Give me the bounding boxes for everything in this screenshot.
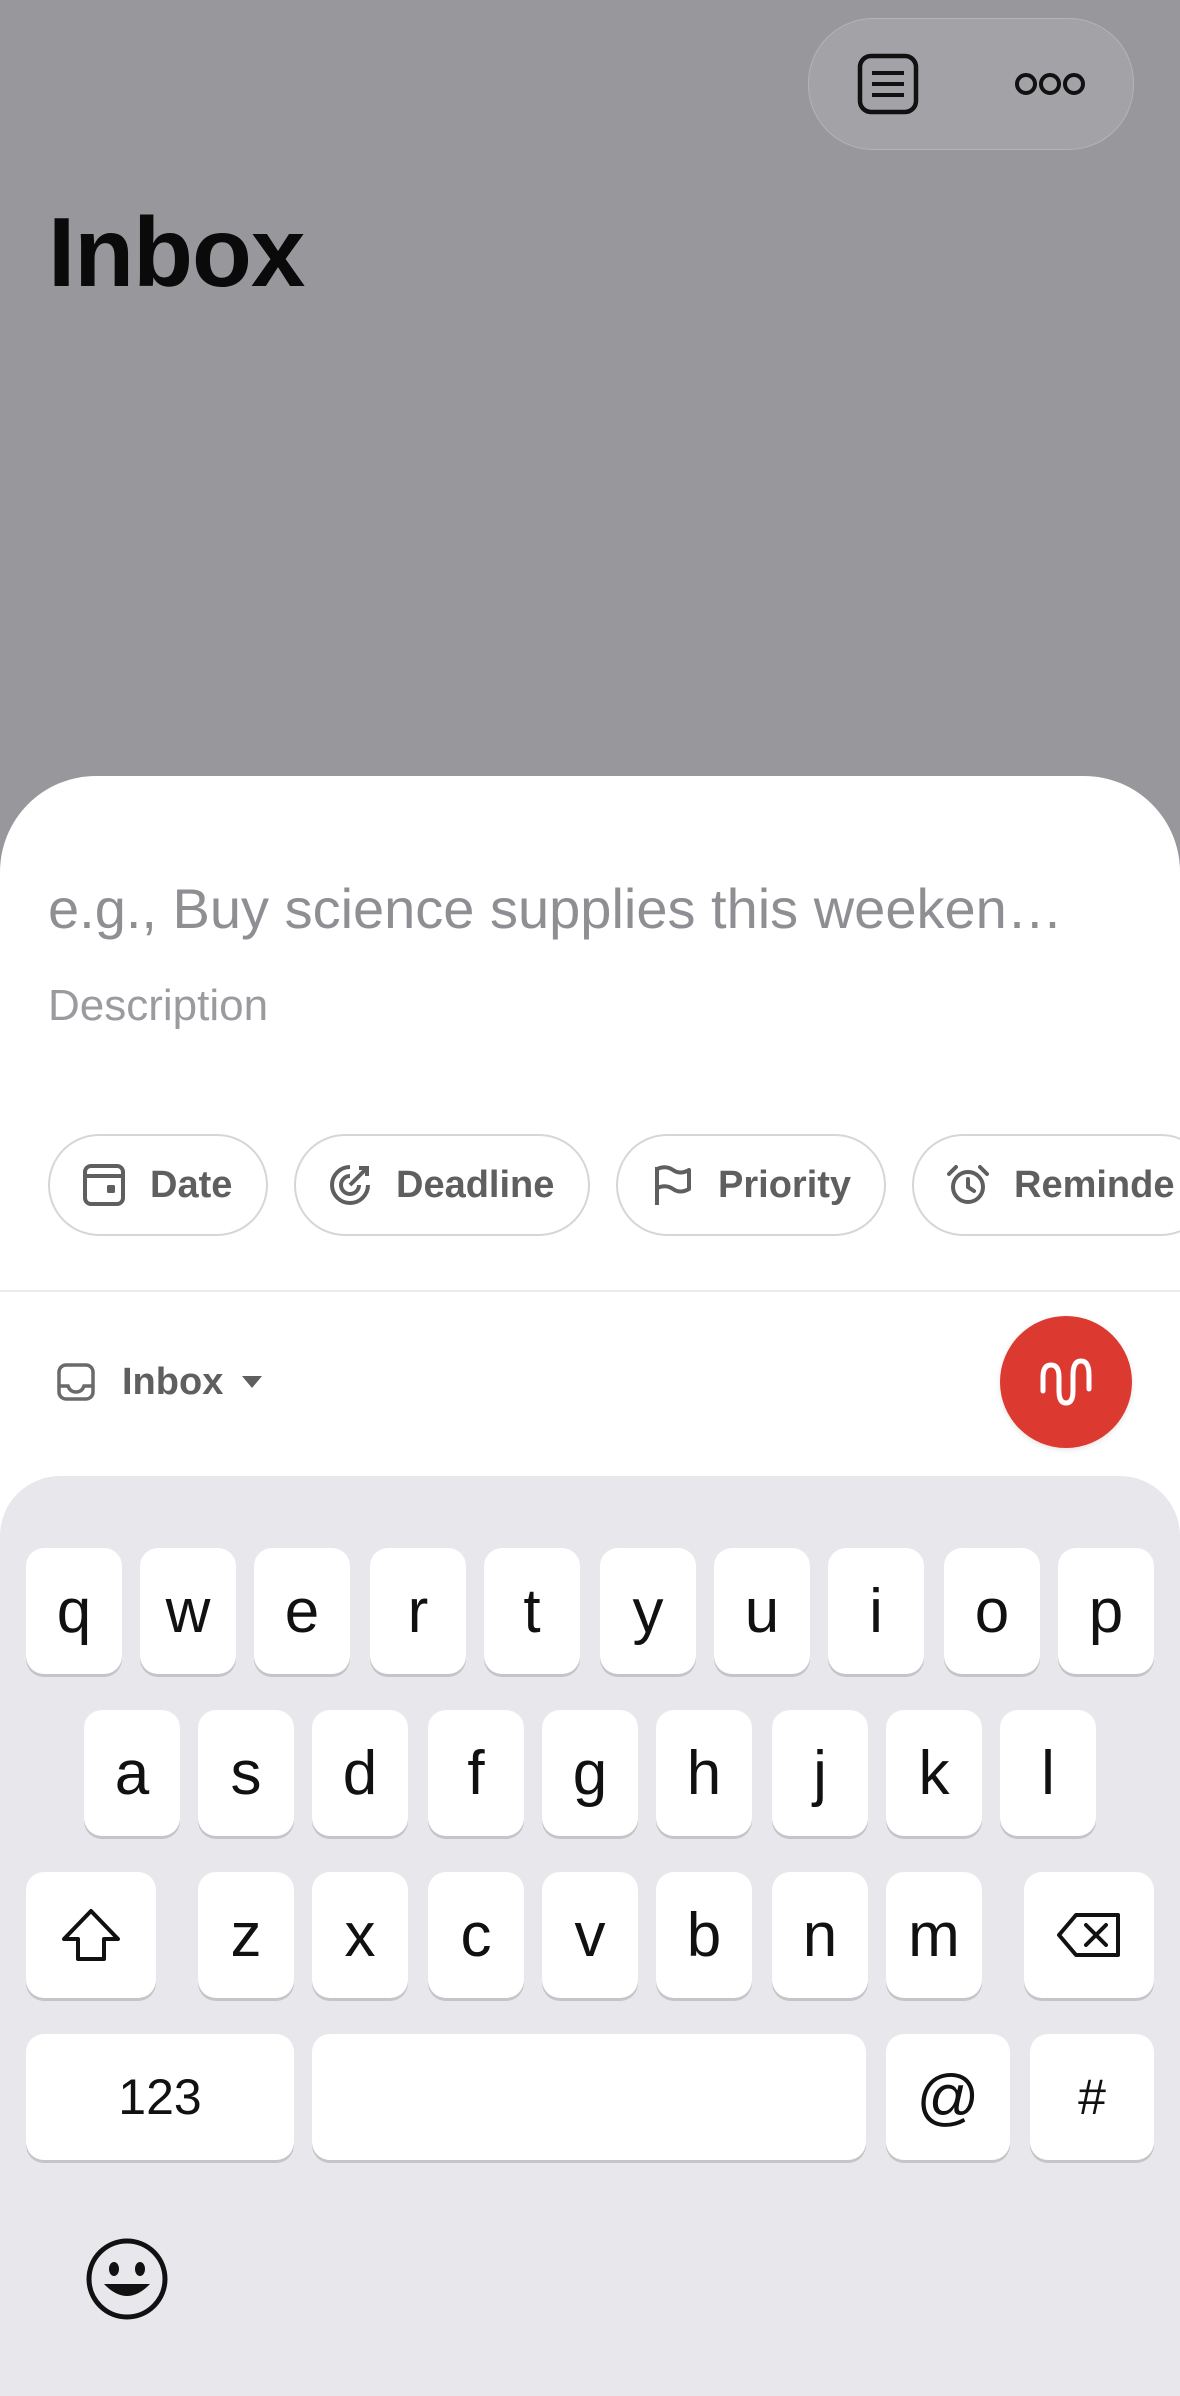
key-v[interactable]: v: [542, 1872, 638, 1998]
space-bar[interactable]: [312, 2034, 866, 2160]
key-n[interactable]: n: [772, 1872, 868, 1998]
project-label: Inbox: [122, 1360, 224, 1403]
alarm-clock-icon: [944, 1161, 992, 1209]
deadline-chip[interactable]: Deadline: [294, 1134, 590, 1236]
on-screen-keyboard: q w e r t y u i o p a s d f g h j k l z …: [0, 1476, 1180, 2396]
task-options-row: Date Deadline Priority Reminde: [48, 1134, 1180, 1240]
key-r[interactable]: r: [370, 1548, 466, 1674]
sheet-divider: [0, 1290, 1180, 1292]
delete-key[interactable]: [1024, 1872, 1154, 1998]
key-l[interactable]: l: [1000, 1710, 1096, 1836]
date-chip-label: Date: [150, 1163, 233, 1206]
key-y[interactable]: y: [600, 1548, 696, 1674]
key-j[interactable]: j: [772, 1710, 868, 1836]
key-t[interactable]: t: [484, 1548, 580, 1674]
key-b[interactable]: b: [656, 1872, 752, 1998]
priority-chip[interactable]: Priority: [616, 1134, 886, 1236]
inbox-tray-icon: [57, 1363, 95, 1401]
key-g[interactable]: g: [542, 1710, 638, 1836]
list-view-button[interactable]: [833, 19, 943, 149]
numbers-key[interactable]: 123: [26, 2034, 294, 2160]
waveform-icon: [1040, 1358, 1092, 1406]
date-chip[interactable]: Date: [48, 1134, 268, 1236]
voice-input-button[interactable]: [1000, 1316, 1132, 1448]
priority-chip-label: Priority: [718, 1163, 852, 1206]
more-dots-icon: [1015, 73, 1085, 95]
task-description-input[interactable]: [48, 976, 1048, 1036]
project-selector[interactable]: Inbox: [56, 1350, 263, 1414]
key-m[interactable]: m: [886, 1872, 982, 1998]
key-a[interactable]: a: [84, 1710, 180, 1836]
key-q[interactable]: q: [26, 1548, 122, 1674]
deadline-chip-label: Deadline: [396, 1163, 555, 1206]
shift-arrow-icon: [62, 1909, 120, 1961]
top-toolbar: [808, 18, 1134, 150]
list-view-icon: [857, 53, 919, 115]
key-z[interactable]: z: [198, 1872, 294, 1998]
backspace-icon: [1057, 1913, 1120, 1957]
key-s[interactable]: s: [198, 1710, 294, 1836]
page-title: Inbox: [48, 197, 305, 307]
key-o[interactable]: o: [944, 1548, 1040, 1674]
key-d[interactable]: d: [312, 1710, 408, 1836]
chevron-down-icon: [242, 1376, 263, 1388]
reminders-chip-label: Reminde: [1014, 1163, 1175, 1206]
key-e[interactable]: e: [254, 1548, 350, 1674]
emoji-key-icon[interactable]: [84, 2236, 170, 2322]
hash-key[interactable]: #: [1030, 2034, 1154, 2160]
shift-key[interactable]: [26, 1872, 156, 1998]
key-f[interactable]: f: [428, 1710, 524, 1836]
key-c[interactable]: c: [428, 1872, 524, 1998]
at-key[interactable]: @: [886, 2034, 1010, 2160]
key-p[interactable]: p: [1058, 1548, 1154, 1674]
key-k[interactable]: k: [886, 1710, 982, 1836]
key-h[interactable]: h: [656, 1710, 752, 1836]
calendar-icon: [80, 1161, 128, 1209]
key-x[interactable]: x: [312, 1872, 408, 1998]
more-options-button[interactable]: [995, 19, 1105, 149]
task-title-input[interactable]: [48, 872, 1138, 944]
key-u[interactable]: u: [714, 1548, 810, 1674]
key-i[interactable]: i: [828, 1548, 924, 1674]
flag-icon: [648, 1161, 696, 1209]
reminders-chip[interactable]: Reminde: [912, 1134, 1180, 1236]
key-w[interactable]: w: [140, 1548, 236, 1674]
deadline-target-icon: [326, 1161, 374, 1209]
